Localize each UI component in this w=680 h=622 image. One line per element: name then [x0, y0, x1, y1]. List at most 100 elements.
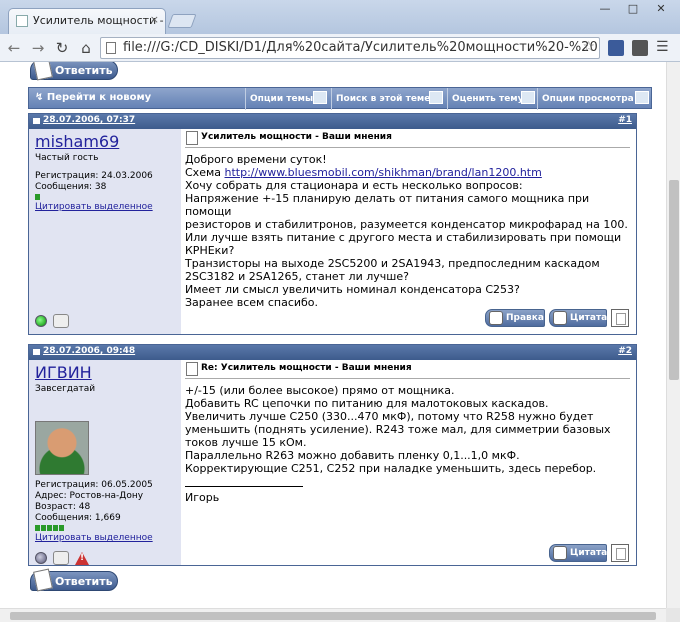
tab-title: Усилитель мощности - В [33, 14, 166, 27]
quote-icon [553, 311, 567, 325]
post-date-link[interactable]: 28.07.2006, 07:37 [33, 115, 135, 125]
search-thread-menu[interactable]: Поиск в этой теме [331, 88, 445, 110]
user-icons [35, 551, 89, 565]
thread-navbar: ↯ Перейти к новому Опции темы Поиск в эт… [28, 87, 652, 110]
scheme-label: Схема [185, 166, 225, 179]
multi-quote-icon[interactable] [611, 309, 629, 327]
user-info-pane: ИГВИН Завсегдатай Регистрация: 06.05.200… [29, 360, 181, 565]
minimize-button[interactable]: — [592, 0, 618, 18]
vertical-scrollbar[interactable] [666, 62, 680, 608]
username-link[interactable]: misham69 [35, 132, 119, 151]
message-line: 2SC3182 и 2SA1265, станет ли лучше? [185, 270, 409, 283]
post-number-link[interactable]: #1 [618, 115, 632, 125]
new-tab-button[interactable] [167, 14, 197, 28]
post-header: 28.07.2006, 07:37 #1 [29, 114, 636, 129]
post-content: Re: Усилитель мощности - Ваши мнения +/-… [185, 360, 630, 565]
post-date-link[interactable]: 28.07.2006, 09:48 [33, 346, 135, 356]
message-line-with-link: Схема http://www.bluesmobil.com/shikhman… [185, 166, 630, 179]
scheme-link[interactable]: http://www.bluesmobil.com/shikhman/brand… [225, 166, 542, 179]
title-divider [185, 378, 630, 379]
quote-button[interactable]: Цитата [549, 544, 607, 562]
post-body: ИГВИН Завсегдатай Регистрация: 06.05.200… [29, 360, 636, 565]
reply-button-bottom[interactable]: Ответить [30, 568, 118, 592]
post-body: misham69 Частый гость Регистрация: 24.03… [29, 129, 636, 334]
maximize-button[interactable]: □ [620, 0, 646, 18]
thread-options-menu[interactable]: Опции темы [245, 88, 329, 110]
message-line: Доброго времени суток! [185, 153, 327, 166]
user-icons [35, 314, 69, 328]
message-line: Добавить RC цепочки по питанию для малот… [185, 397, 549, 410]
forward-icon[interactable]: → [28, 38, 48, 58]
search-thread-label: Поиск в этой теме [336, 94, 431, 104]
menu-arrow-icon [313, 91, 327, 104]
post-1: 28.07.2006, 07:37 #1 misham69 Частый гос… [28, 113, 637, 335]
quote-selected-link[interactable]: Цитировать выделенное [35, 202, 153, 212]
report-post-icon[interactable] [75, 551, 89, 565]
edit-label: Правка [506, 313, 544, 323]
message-line: Увеличить лучше C250 (330...470 мкФ), по… [185, 410, 594, 423]
horizontal-scrollbar[interactable] [0, 608, 666, 622]
extension-icon[interactable] [608, 40, 624, 56]
quote-icon [553, 546, 567, 560]
home-icon[interactable]: ⌂ [76, 38, 96, 58]
message-line: Корректирующие С251, С252 при наладке ум… [185, 462, 597, 475]
reply-label: Ответить [55, 64, 113, 77]
post-content: Усилитель мощности - Ваши мнения Доброго… [185, 129, 630, 334]
message-line: уменьшить (поднять усиление). R243 тоже … [185, 423, 611, 436]
message-line: Параллельно R263 можно добавить пленку 0… [185, 449, 520, 462]
page-viewport: Ответить ↯ Перейти к новому Опции темы П… [0, 62, 666, 608]
reload-icon[interactable]: ↻ [52, 38, 72, 58]
user-post-count: Сообщения: 38 [35, 182, 107, 192]
quote-selected-link[interactable]: Цитировать выделенное [35, 533, 153, 543]
message-line: Или лучше взять питание с другого места … [185, 231, 622, 244]
tab-close-icon[interactable]: × [150, 13, 159, 26]
quote-label: Цитата [570, 548, 608, 558]
user-offline-icon [35, 552, 47, 564]
browser-tab[interactable]: Усилитель мощности - В × [8, 8, 166, 34]
reply-button[interactable]: Ответить [30, 62, 118, 81]
user-title: Завсегдатай [35, 384, 96, 394]
back-icon[interactable]: ← [4, 38, 24, 58]
user-profile-icon[interactable] [53, 551, 69, 565]
message-line: Имеет ли смысл увеличить номинал конденс… [185, 283, 520, 296]
edit-button[interactable]: Правка [485, 309, 545, 327]
signature-divider [185, 486, 303, 487]
title-divider [185, 147, 630, 148]
user-profile-icon[interactable] [53, 314, 69, 328]
post-title: Усилитель мощности - Ваши мнения [185, 131, 392, 145]
bookmark-star-icon[interactable]: ☆ [582, 39, 595, 55]
username-link[interactable]: ИГВИН [35, 363, 92, 382]
message-line: токов лучше 15 кОм. [185, 436, 307, 449]
reply-icon [33, 62, 53, 81]
quote-label: Цитата [570, 313, 608, 323]
browser-toolbar: ← → ↻ ⌂ file:///G:/CD_DISKI/D1/Для%20сай… [0, 34, 680, 62]
scroll-corner [666, 608, 680, 622]
message-line: резисторов и стабилитронов, разумеется к… [185, 218, 628, 231]
first-unread-link[interactable]: ↯ Перейти к новому [35, 92, 151, 103]
post-number-link[interactable]: #2 [618, 346, 632, 356]
user-location: Адрес: Ростов-на-Дону [35, 491, 144, 501]
menu-arrow-icon [429, 91, 443, 104]
edit-icon [489, 311, 503, 325]
message-line: Хочу собрать для стационара и есть неско… [185, 179, 523, 192]
vertical-scroll-thumb[interactable] [669, 180, 679, 380]
close-window-button[interactable]: ✕ [648, 0, 674, 18]
post-message: Доброго времени суток! Схема http://www.… [185, 153, 630, 309]
quote-button[interactable]: Цитата [549, 309, 607, 327]
page-icon [106, 42, 116, 54]
user-title: Частый гость [35, 153, 99, 163]
menu-icon[interactable]: ☰ [656, 40, 672, 56]
rate-thread-menu[interactable]: Оценить тему [447, 88, 537, 110]
thread-options-label: Опции темы [250, 94, 314, 104]
window-controls: — □ ✕ [592, 0, 674, 18]
address-bar[interactable]: file:///G:/CD_DISKI/D1/Для%20сайта/Усили… [100, 37, 600, 59]
horizontal-scroll-thumb[interactable] [10, 612, 656, 620]
extension-icon[interactable] [632, 40, 648, 56]
multi-quote-icon[interactable] [611, 544, 629, 562]
signature: Игорь [185, 491, 220, 504]
message-line: Заранее всем спасибо. [185, 296, 319, 309]
display-options-label: Опции просмотра [542, 94, 634, 104]
display-options-menu[interactable]: Опции просмотра [537, 88, 651, 110]
page-favicon-icon [16, 15, 28, 27]
menu-arrow-icon [635, 91, 649, 104]
